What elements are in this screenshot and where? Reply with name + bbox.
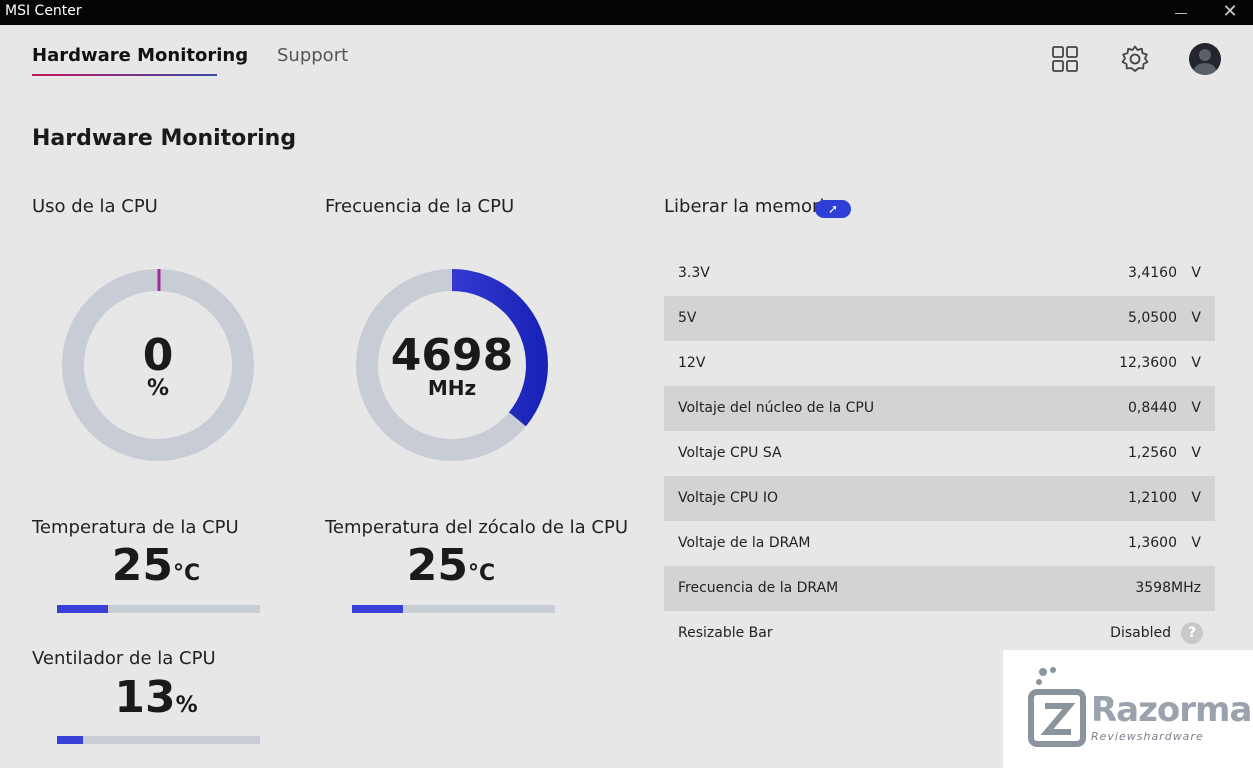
arrow-up-icon: ➚ [827,202,839,216]
row-name: Voltaje CPU SA [678,445,782,461]
cpu-temp-unit: °C [173,561,201,586]
table-row: Frecuencia de la DRAM 3598 MHz [664,566,1215,611]
socket-temp-unit: °C [468,561,496,586]
row-unit: MHz [1171,580,1201,596]
watermark-logo: Razorman Reviewshardware [1003,650,1253,768]
cpu-frequency-value: 4698 [390,330,514,381]
cpu-fan-value: 13 [114,672,176,723]
cpu-fan-bar-fill [57,736,84,744]
row-unit: V [1191,355,1201,371]
memory-release-label: Liberar la memoria [664,196,836,217]
grid-icon[interactable] [1050,44,1080,74]
cpu-fan-readout: 13% [46,672,266,723]
row-value: 3598 [1135,580,1171,596]
title-bar: MSI Center ✕ [0,0,1253,25]
cpu-temp-bar [57,605,260,613]
row-unit: V [1191,265,1201,281]
active-tab-underline [32,74,217,76]
row-unit: V [1191,400,1201,416]
row-name: 3.3V [678,265,710,281]
cpu-usage-unit: % [146,376,170,401]
row-value: 3,4160 [1128,265,1177,281]
watermark-tagline: Reviewshardware [1091,730,1204,743]
table-row: 12V 12,3600 V [664,341,1215,386]
table-row: 3.3V 3,4160 V [664,251,1215,296]
gear-icon[interactable] [1120,44,1150,74]
cpu-usage-label: Uso de la CPU [32,196,158,217]
row-name: Voltaje de la DRAM [678,535,811,551]
cpu-temp-label: Temperatura de la CPU [32,517,239,538]
cpu-frequency-unit: MHz [427,376,477,400]
row-name: Voltaje CPU IO [678,490,779,506]
socket-temp-bar-fill [352,605,403,613]
socket-temp-value: 25 [406,540,469,591]
row-name: Resizable Bar [678,625,773,641]
tab-support[interactable]: Support [277,45,348,66]
row-name: 5V [678,310,697,326]
socket-temp-bar [352,605,555,613]
table-row: Voltaje CPU SA 1,2560 V [664,431,1215,476]
row-value: 1,2560 [1128,445,1177,461]
row-name: Frecuencia de la DRAM [678,580,839,596]
watermark-text: Razorman [1091,690,1253,730]
row-value: 0,8440 [1128,400,1177,416]
cpu-frequency-label: Frecuencia de la CPU [325,196,515,217]
cpu-temp-value: 25 [111,540,174,591]
avatar-body [1193,63,1217,75]
close-icon[interactable]: ✕ [1220,2,1240,22]
row-name: 12V [678,355,706,371]
cpu-fan-unit: % [175,693,198,718]
tab-hardware-monitoring[interactable]: Hardware Monitoring [32,45,248,66]
row-value: 12,3600 [1119,355,1177,371]
cpu-temp-bar-fill [57,605,108,613]
memory-release-button[interactable]: ➚ [815,200,851,218]
row-value: 5,0500 [1128,310,1177,326]
page-title: Hardware Monitoring [32,126,297,151]
row-name: Voltaje del núcleo de la CPU [678,400,875,416]
cpu-fan-label: Ventilador de la CPU [32,648,216,669]
voltage-table: 3.3V 3,4160 V 5V 5,0500 V 12V 12,3600 V … [664,251,1215,656]
socket-temp-readout: 25°C [341,540,561,591]
table-row: 5V 5,0500 V [664,296,1215,341]
table-row: Voltaje de la DRAM 1,3600 V [664,521,1215,566]
minimize-icon[interactable] [1172,2,1190,22]
table-row: Voltaje del núcleo de la CPU 0,8440 V [664,386,1215,431]
watermark-monitor-icon [1028,667,1086,747]
socket-temp-label: Temperatura del zócalo de la CPU [325,517,629,538]
table-row: Voltaje CPU IO 1,2100 V [664,476,1215,521]
cpu-temp-readout: 25°C [46,540,266,591]
row-unit: V [1191,490,1201,506]
row-unit: V [1191,535,1201,551]
row-value: Disabled [1110,625,1171,641]
cpu-fan-bar [57,736,260,744]
cpu-usage-value: 0 [142,330,174,381]
row-value: 1,3600 [1128,535,1177,551]
row-unit: V [1191,445,1201,461]
row-unit: V [1191,310,1201,326]
avatar-head [1199,49,1211,61]
help-icon[interactable]: ? [1181,622,1203,644]
row-value: 1,2100 [1128,490,1177,506]
avatar-icon[interactable] [1189,43,1221,75]
window-title: MSI Center [5,3,82,19]
